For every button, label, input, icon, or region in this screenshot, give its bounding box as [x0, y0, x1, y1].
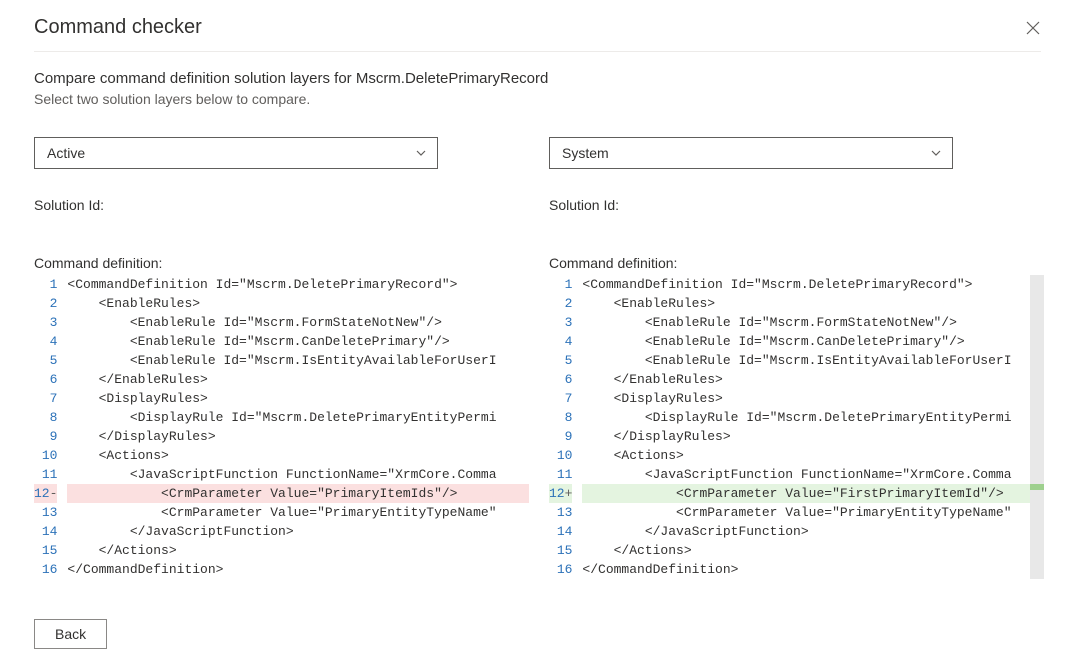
line-number: 1 [34, 275, 57, 294]
right-code-block: 123456789101112+13141516 <CommandDefiniti… [549, 275, 1044, 579]
code-line: <DisplayRules> [582, 389, 1044, 408]
dialog-instruction: Select two solution layers below to comp… [34, 91, 1041, 107]
line-number: 16 [549, 560, 572, 579]
dialog-subtitle: Compare command definition solution laye… [34, 70, 1041, 87]
dialog-title: Command checker [34, 16, 202, 39]
line-number: 5 [549, 351, 572, 370]
code-line: <DisplayRule Id="Mscrm.DeletePrimaryEnti… [582, 408, 1044, 427]
code-line: <CrmParameter Value="PrimaryEntityTypeNa… [582, 503, 1044, 522]
left-solution-id-value [34, 217, 529, 233]
line-number: 12- [34, 484, 57, 503]
code-line: </CommandDefinition> [582, 560, 1044, 579]
code-line: </EnableRules> [67, 370, 529, 389]
line-number: 12+ [549, 484, 572, 503]
right-scroll-overview[interactable] [1030, 275, 1044, 579]
left-column: Active Solution Id: Command definition: … [34, 137, 529, 579]
line-number: 2 [34, 294, 57, 313]
line-number: 10 [549, 446, 572, 465]
code-line: </CommandDefinition> [67, 560, 529, 579]
code-line: <JavaScriptFunction FunctionName="XrmCor… [67, 465, 529, 484]
code-line: <EnableRule Id="Mscrm.FormStateNotNew"/> [582, 313, 1044, 332]
line-number: 13 [34, 503, 57, 522]
right-command-def-label: Command definition: [549, 255, 1044, 271]
line-number: 8 [549, 408, 572, 427]
code-line: <CrmParameter Value="FirstPrimaryItemId"… [582, 484, 1044, 503]
code-line: <CrmParameter Value="PrimaryEntityTypeNa… [67, 503, 529, 522]
code-line: <EnableRules> [67, 294, 529, 313]
code-line: <EnableRule Id="Mscrm.CanDeletePrimary"/… [582, 332, 1044, 351]
dialog-footer: Back [34, 619, 1041, 649]
line-number: 6 [34, 370, 57, 389]
line-number: 15 [34, 541, 57, 560]
line-number: 2 [549, 294, 572, 313]
left-code-container[interactable]: 123456789101112-13141516 <CommandDefiniti… [34, 275, 529, 579]
code-line: <DisplayRules> [67, 389, 529, 408]
code-line: </JavaScriptFunction> [67, 522, 529, 541]
line-number: 10 [34, 446, 57, 465]
code-line: <JavaScriptFunction FunctionName="XrmCor… [582, 465, 1044, 484]
right-layer-dropdown[interactable]: System [549, 137, 953, 169]
left-command-def-label: Command definition: [34, 255, 529, 271]
code-line: <EnableRule Id="Mscrm.FormStateNotNew"/> [67, 313, 529, 332]
code-line: <EnableRule Id="Mscrm.CanDeletePrimary"/… [67, 332, 529, 351]
code-line: </EnableRules> [582, 370, 1044, 389]
compare-columns: Active Solution Id: Command definition: … [34, 137, 1041, 579]
left-dropdown-value: Active [47, 145, 85, 161]
line-number: 3 [549, 313, 572, 332]
right-solution-id-value [549, 217, 1044, 233]
line-number: 13 [549, 503, 572, 522]
code-line: <DisplayRule Id="Mscrm.DeletePrimaryEnti… [67, 408, 529, 427]
left-code-block: 123456789101112-13141516 <CommandDefiniti… [34, 275, 529, 579]
line-number: 16 [34, 560, 57, 579]
chevron-down-icon [415, 147, 427, 159]
line-number: 11 [549, 465, 572, 484]
line-number: 14 [34, 522, 57, 541]
left-solution-id-label: Solution Id: [34, 197, 529, 213]
line-number: 1 [549, 275, 572, 294]
right-column: System Solution Id: Command definition: … [549, 137, 1044, 579]
left-layer-dropdown[interactable]: Active [34, 137, 438, 169]
dialog-header: Command checker [34, 16, 1041, 52]
code-line: </Actions> [582, 541, 1044, 560]
line-number: 4 [549, 332, 572, 351]
back-button[interactable]: Back [34, 619, 107, 649]
line-number: 9 [549, 427, 572, 446]
code-line: <CommandDefinition Id="Mscrm.DeletePrima… [67, 275, 529, 294]
scroll-diff-marker [1030, 484, 1044, 490]
code-line: </JavaScriptFunction> [582, 522, 1044, 541]
code-line: <CrmParameter Value="PrimaryItemIds"/> [67, 484, 529, 503]
line-number: 7 [549, 389, 572, 408]
code-line: <EnableRules> [582, 294, 1044, 313]
line-number: 8 [34, 408, 57, 427]
code-line: </DisplayRules> [67, 427, 529, 446]
line-number: 3 [34, 313, 57, 332]
line-number: 7 [34, 389, 57, 408]
line-number: 11 [34, 465, 57, 484]
right-code-container[interactable]: 123456789101112+13141516 <CommandDefiniti… [549, 275, 1044, 579]
line-number: 5 [34, 351, 57, 370]
line-number: 15 [549, 541, 572, 560]
command-checker-dialog: Command checker Compare command definiti… [0, 0, 1075, 665]
chevron-down-icon [930, 147, 942, 159]
line-number: 4 [34, 332, 57, 351]
code-line: <CommandDefinition Id="Mscrm.DeletePrima… [582, 275, 1044, 294]
line-number: 9 [34, 427, 57, 446]
right-solution-id-label: Solution Id: [549, 197, 1044, 213]
line-number: 6 [549, 370, 572, 389]
code-line: <Actions> [67, 446, 529, 465]
code-line: <Actions> [582, 446, 1044, 465]
code-line: <EnableRule Id="Mscrm.IsEntityAvailableF… [582, 351, 1044, 370]
line-number: 14 [549, 522, 572, 541]
code-line: </Actions> [67, 541, 529, 560]
right-dropdown-value: System [562, 145, 609, 161]
close-icon[interactable] [1025, 16, 1041, 39]
code-line: </DisplayRules> [582, 427, 1044, 446]
code-line: <EnableRule Id="Mscrm.IsEntityAvailableF… [67, 351, 529, 370]
